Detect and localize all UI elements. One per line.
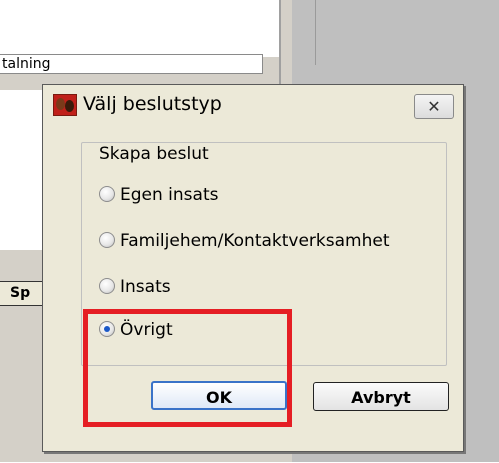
background-text-field[interactable]: talning (0, 54, 263, 74)
radio-label: Familjehem/Kontaktverksamhet (120, 231, 390, 251)
close-button[interactable]: ✕ (414, 94, 454, 119)
background-partial-button[interactable]: Sp (0, 281, 44, 306)
dialog-titlebar: Välj beslutstyp ✕ (43, 85, 463, 125)
app-icon (53, 94, 77, 116)
app-icon-face (56, 98, 65, 110)
background-content-area (0, 0, 279, 57)
radio-label: Insats (120, 277, 171, 297)
dialog-title: Välj beslutstyp (83, 93, 222, 115)
radio-button[interactable] (99, 232, 115, 248)
close-icon: ✕ (427, 97, 441, 116)
radio-button[interactable] (99, 278, 115, 294)
highlight-annotation-box (83, 309, 292, 427)
radio-button[interactable] (99, 186, 115, 202)
app-icon-face (65, 100, 74, 112)
groupbox-label: Skapa beslut (95, 144, 213, 164)
radio-label: Egen insats (120, 185, 219, 205)
cancel-button[interactable]: Avbryt (313, 382, 449, 411)
background-divider (315, 0, 316, 65)
